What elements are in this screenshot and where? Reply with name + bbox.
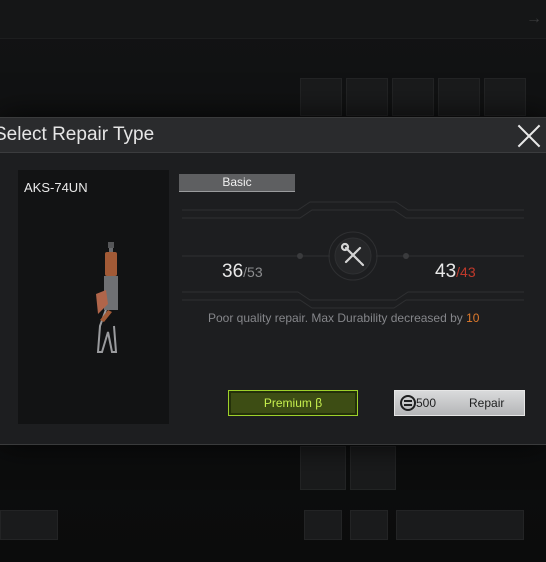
background-button [350,510,388,540]
tab-basic[interactable]: Basic [179,174,295,192]
background-button [0,510,58,540]
background-slot [346,78,388,116]
background-bottom-slots [300,446,396,490]
premium-repair-button[interactable]: Premium β [228,390,358,416]
repair-button-label: Repair [469,396,505,410]
durability-after-current: 43 [435,261,457,282]
rifle-icon [96,242,118,353]
background-slot [300,446,346,490]
durability-before-current: 36 [222,261,244,282]
durability-after: 43/43 [435,261,476,283]
background-button [304,510,342,540]
background-slot [350,446,396,490]
background-slot [392,78,434,116]
repair-note-text: Poor quality repair. Max Durability decr… [208,311,467,325]
dialog-header: Select Repair Type [0,118,546,153]
repair-button[interactable]: 500 Repair [394,390,525,416]
item-name: AKS-74UN [24,180,88,195]
background-arrow-icon: → [526,10,542,27]
repair-note: Poor quality repair. Max Durability decr… [208,311,479,325]
repair-type-dialog: Select Repair Type AKS-74UN Basic 36/53 … [0,117,546,445]
repair-note-value: 10 [466,311,480,325]
repair-cost: 500 [416,396,437,410]
background-top-bar: → [0,0,546,39]
durability-before: 36/53 [222,261,263,283]
item-preview-panel: AKS-74UN [18,170,169,424]
durability-after-max: /43 [456,264,476,280]
dialog-title: Select Repair Type [0,124,155,145]
durability-before-max: /53 [243,264,263,280]
background-button [396,510,524,540]
background-slot [300,78,342,116]
background-slot [438,78,480,116]
currency-icon [400,395,416,411]
close-icon[interactable] [517,124,541,148]
background-slots [300,78,526,116]
wrench-screwdriver-icon [340,242,365,267]
background-slot [484,78,526,116]
